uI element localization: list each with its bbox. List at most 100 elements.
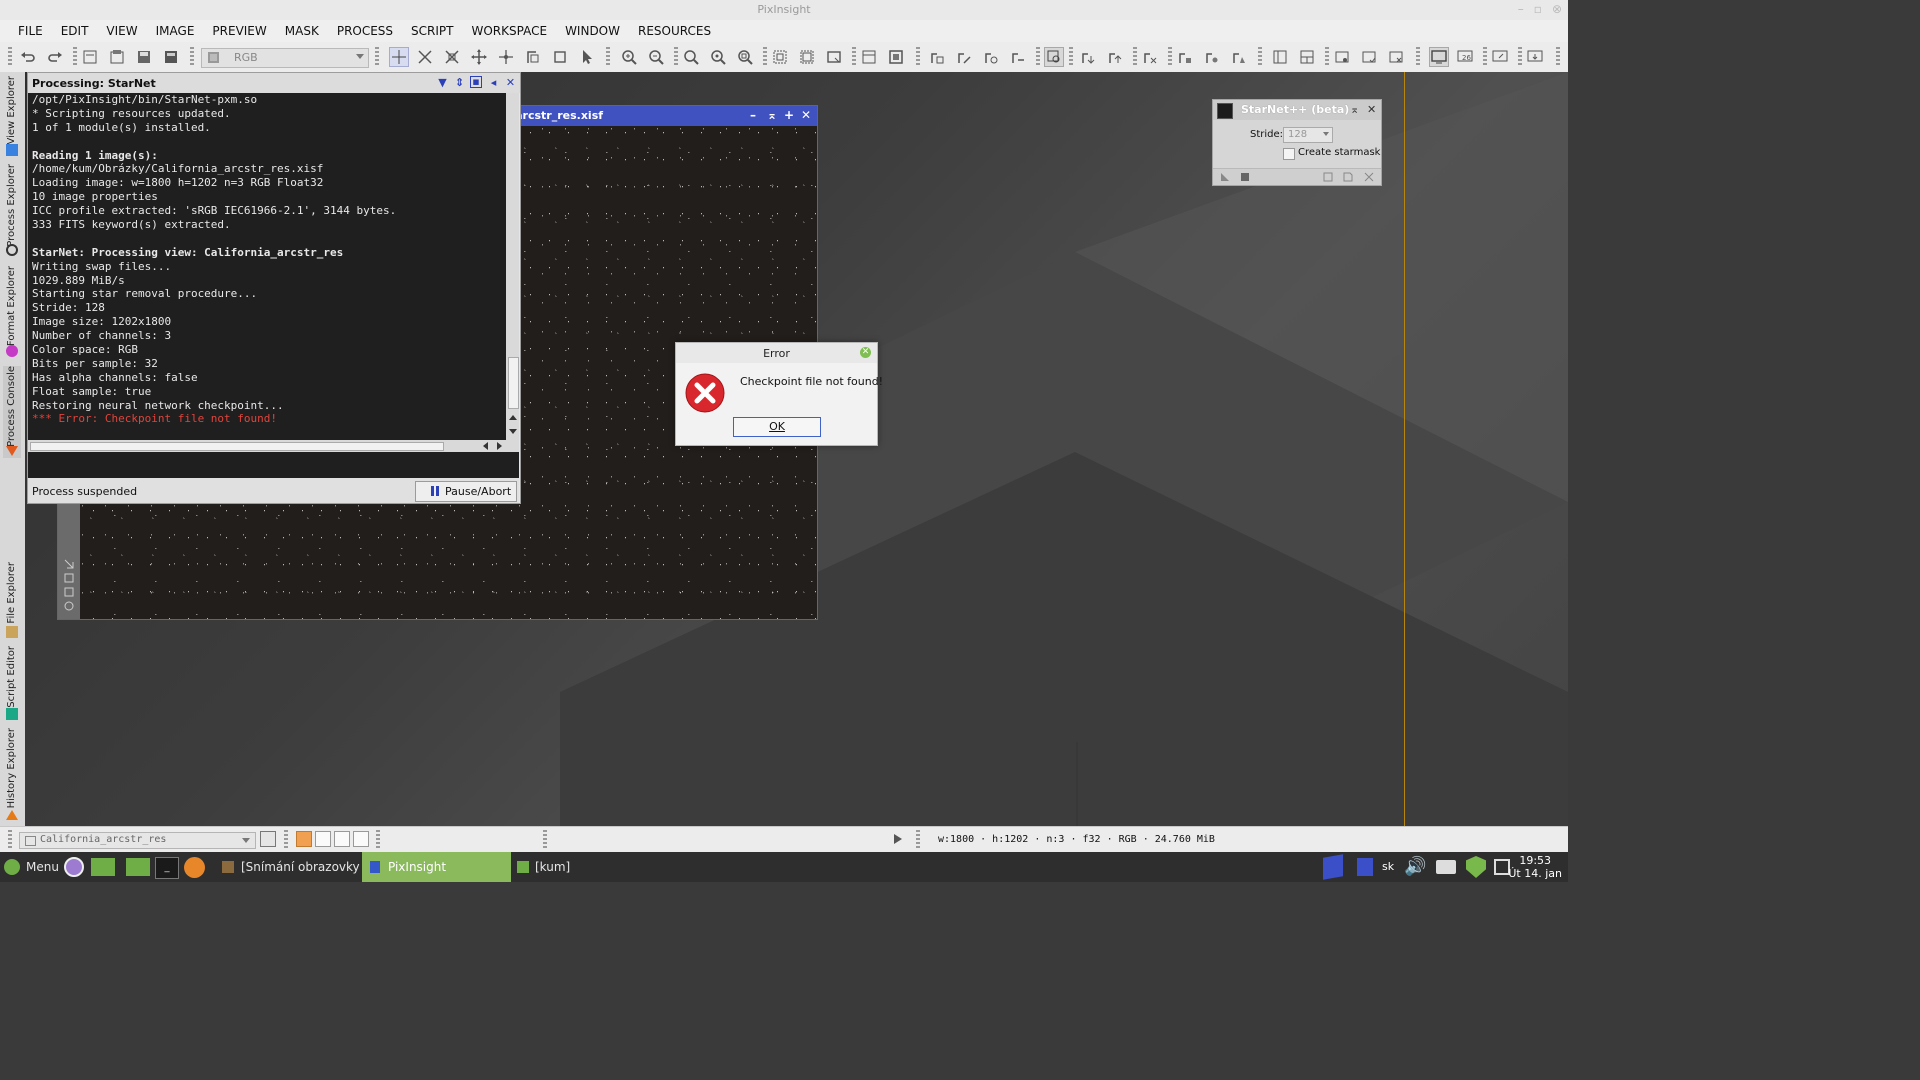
- maximize-icon[interactable]: +: [784, 108, 794, 122]
- zoom-fit-icon[interactable]: [416, 48, 434, 66]
- pause-abort-button[interactable]: Pause/Abort: [415, 481, 517, 502]
- shade-icon[interactable]: ⌅: [1350, 103, 1359, 116]
- process-icon-4[interactable]: [1009, 48, 1027, 66]
- toolbar-grip[interactable]: [916, 47, 920, 67]
- pixinsight-tray-icon[interactable]: [1323, 854, 1343, 880]
- center-mode-icon[interactable]: [497, 48, 515, 66]
- auto-fit-icon[interactable]: [798, 48, 816, 66]
- shield-icon[interactable]: [1466, 856, 1486, 878]
- toolbar-grip[interactable]: [763, 47, 767, 67]
- toolbar-grip[interactable]: [284, 830, 288, 850]
- scroll-left-icon[interactable]: [483, 442, 488, 450]
- workspace-3-icon[interactable]: [1491, 48, 1509, 66]
- camera-icon[interactable]: [1436, 860, 1456, 874]
- toolbar-grip[interactable]: [1133, 47, 1137, 67]
- workspace-2-icon[interactable]: 26: [1456, 48, 1474, 66]
- tab-process-console[interactable]: Process Console: [3, 366, 21, 458]
- volume-icon[interactable]: 🔊: [1404, 856, 1426, 877]
- toolbar-grip[interactable]: [1325, 47, 1329, 67]
- mask-color-icon[interactable]: [296, 831, 312, 847]
- float-icon[interactable]: ▪: [470, 76, 482, 88]
- firefox-icon[interactable]: [184, 857, 205, 878]
- export-icon[interactable]: [1106, 48, 1124, 66]
- toolbar-grip[interactable]: [1483, 47, 1487, 67]
- toolbar-grip[interactable]: [1069, 47, 1073, 67]
- image-tools-icons[interactable]: [63, 558, 75, 618]
- close-icon[interactable]: ✕: [504, 76, 517, 89]
- toolbar-grip[interactable]: [1556, 47, 1560, 67]
- minimize-icon[interactable]: –: [1518, 2, 1524, 16]
- menu-script[interactable]: SCRIPT: [402, 24, 462, 38]
- display-channel-icon[interactable]: [860, 48, 878, 66]
- import-icon[interactable]: [1079, 48, 1097, 66]
- layout-icon[interactable]: [1298, 48, 1316, 66]
- scroll-right-icon[interactable]: [497, 442, 502, 450]
- starnet-titlebar[interactable]: StarNet++ (beta) ⌅ ✕: [1213, 100, 1381, 120]
- channel-swatch-2[interactable]: [334, 831, 350, 847]
- error-dialog-titlebar[interactable]: Error ✕: [676, 343, 877, 363]
- process-console-window[interactable]: Processing: StarNet ▼ ⇕ ▪ ◂ ✕ /opt/PixIn…: [27, 72, 521, 504]
- toolbar-grip[interactable]: [1416, 47, 1420, 67]
- zoom-in-icon[interactable]: [620, 48, 638, 66]
- task-kum[interactable]: [kum]: [512, 852, 632, 882]
- toolbar-grip[interactable]: [376, 830, 380, 850]
- menu-edit[interactable]: EDIT: [52, 24, 98, 38]
- toolbar-grip[interactable]: [1258, 47, 1262, 67]
- chevron-down-icon[interactable]: ▼: [436, 76, 449, 89]
- toolbar-grip[interactable]: [543, 830, 547, 850]
- play-icon[interactable]: [894, 834, 902, 844]
- toolbar-grip[interactable]: [8, 47, 12, 67]
- mask-display-icon[interactable]: [887, 48, 905, 66]
- select-arrow-icon[interactable]: [578, 48, 596, 66]
- window-fit-icon[interactable]: [825, 48, 843, 66]
- console-vertical-scrollbar[interactable]: [506, 93, 519, 440]
- toolbar-grip[interactable]: [190, 47, 194, 67]
- system-clock[interactable]: 19:53 Út 14. jan: [1508, 854, 1562, 880]
- toolbar-grip[interactable]: [1168, 47, 1172, 67]
- fit-view-icon[interactable]: [771, 48, 789, 66]
- zoom-1-1-icon[interactable]: [682, 48, 700, 66]
- menu-image[interactable]: IMAGE: [147, 24, 204, 38]
- toolbar-grip[interactable]: [1036, 47, 1040, 67]
- minimize-icon[interactable]: –: [750, 108, 756, 122]
- zoom-out-icon[interactable]: [647, 48, 665, 66]
- starnet-process-window[interactable]: StarNet++ (beta) ⌅ ✕ Stride: 128 Create …: [1212, 99, 1382, 186]
- ok-button[interactable]: OK: [733, 417, 821, 437]
- menu-view[interactable]: VIEW: [97, 24, 146, 38]
- view-selector[interactable]: California_arcstr_res: [19, 832, 256, 849]
- open-image-icon[interactable]: [108, 48, 126, 66]
- zoom-mode-icon[interactable]: [443, 48, 461, 66]
- save-as-icon[interactable]: [162, 48, 180, 66]
- toolbar-grip[interactable]: [916, 830, 920, 850]
- zoom-to-optimal-icon[interactable]: [736, 48, 754, 66]
- console-log[interactable]: /opt/PixInsight/bin/StarNet-pxm.so * Scri…: [28, 93, 506, 440]
- save-image-icon[interactable]: [135, 48, 153, 66]
- view-option-1-icon[interactable]: [1333, 48, 1351, 66]
- new-preview-icon[interactable]: [551, 48, 569, 66]
- task-pixinsight[interactable]: PixInsight: [362, 852, 511, 882]
- folder-icon[interactable]: [91, 858, 115, 876]
- tab-history-explorer[interactable]: History Explorer: [3, 728, 21, 822]
- process-icon-2[interactable]: [955, 48, 973, 66]
- maximize-icon[interactable]: ▫: [1534, 2, 1542, 16]
- create-starmask-checkbox[interactable]: [1283, 148, 1295, 160]
- process-icon-5[interactable]: [1141, 48, 1159, 66]
- view-combo[interactable]: RGB: [201, 48, 369, 68]
- scrollbar-thumb[interactable]: [508, 357, 519, 409]
- toolbar-grip[interactable]: [73, 47, 77, 67]
- close-icon[interactable]: ✕: [860, 347, 871, 358]
- process-icon-7[interactable]: [1203, 48, 1221, 66]
- task-screenshot[interactable]: [Snímání obrazovky p...: [214, 852, 383, 882]
- pan-mode-icon[interactable]: [470, 48, 488, 66]
- tab-view-explorer[interactable]: View Explorer: [3, 76, 21, 158]
- toolbar-grip[interactable]: [375, 47, 379, 67]
- channel-swatch-3[interactable]: [353, 831, 369, 847]
- toolbar-grip[interactable]: [8, 830, 12, 850]
- new-instance-icon[interactable]: [1219, 171, 1231, 183]
- preferences-icon[interactable]: [1363, 171, 1375, 183]
- redo-icon[interactable]: [46, 48, 64, 66]
- close-icon[interactable]: ✕: [801, 108, 811, 122]
- shade-icon[interactable]: ⌅: [767, 108, 777, 122]
- reset-icon[interactable]: [1322, 171, 1334, 183]
- readout-mode-icon[interactable]: [389, 47, 409, 67]
